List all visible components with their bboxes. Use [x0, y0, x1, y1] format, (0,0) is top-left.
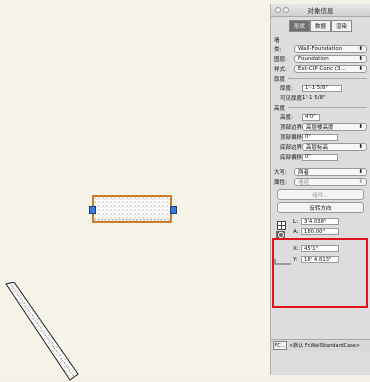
chevron-updown-icon: ⬍ — [358, 179, 363, 185]
ifc-label: <默认 FcWallStandardCase> — [289, 343, 361, 349]
wall-handle-right[interactable] — [170, 206, 177, 214]
thickness-section: 厚度 — [271, 74, 370, 83]
height-input[interactable]: 4'0" — [302, 113, 320, 121]
cap-label: 大写: — [274, 170, 287, 176]
wall-handle-left[interactable] — [89, 206, 96, 214]
layer-label: 图层: — [274, 57, 287, 63]
chevron-updown-icon: ⬍ — [358, 66, 363, 72]
grid-icon[interactable] — [277, 221, 286, 230]
chevron-updown-icon: ⬍ — [358, 56, 363, 62]
style-value: Ext-CIP Conc (3... — [298, 66, 346, 72]
bottom-bound-select[interactable]: 高层标高 ⬍ — [302, 143, 367, 151]
chevron-updown-icon: ⬍ — [358, 169, 363, 175]
reverse-direction-button[interactable]: 反转方向 — [277, 202, 364, 213]
palette-title: 对象信息 — [307, 7, 334, 15]
length-label: L: — [293, 219, 298, 225]
tab-shape[interactable]: 形状 — [288, 20, 310, 32]
angle-label: A: — [293, 229, 299, 235]
ifc-bar: FC... <默认 FcWallStandardCase> — [271, 339, 370, 351]
drawing-canvas[interactable] — [0, 0, 270, 381]
height-label: 高度: — [280, 115, 293, 121]
diagonal-wall[interactable] — [0, 282, 80, 382]
minimize-icon[interactable] — [283, 7, 289, 13]
bottom-bound-value: 高层标高 — [306, 145, 329, 151]
geometry-highlight-box — [272, 238, 368, 308]
class-value: Wall-Foundation — [298, 46, 343, 52]
cap-select[interactable]: 两者 ⬍ — [294, 168, 367, 176]
layer-select[interactable]: Foundation ⬍ — [294, 55, 367, 63]
palette-tabs: 形状 数据 渲染 — [271, 20, 370, 32]
top-bound-label: 顶部边界: — [280, 125, 304, 131]
class-select[interactable]: Wall-Foundation ⬍ — [294, 45, 367, 53]
selected-wall[interactable] — [92, 195, 172, 223]
length-input[interactable]: 3'4.038" — [301, 218, 339, 225]
attr-value: 墙组 — [298, 180, 310, 186]
top-offset-label: 顶部偏移: — [280, 135, 304, 141]
bottom-offset-label: 底部偏移: — [280, 155, 304, 161]
style-select[interactable]: Ext-CIP Conc (3... ⬍ — [294, 65, 367, 73]
class-label: 类: — [274, 47, 282, 53]
angle-input[interactable]: 180.00° — [301, 228, 339, 235]
height-section: 高度 — [271, 103, 370, 112]
cap-value: 两者 — [298, 170, 310, 176]
top-bound-select[interactable]: 高层楼高度 ⬍ — [302, 123, 367, 131]
top-offset-input[interactable]: 0" — [302, 133, 338, 141]
layer-value: Foundation — [298, 56, 329, 62]
tab-render[interactable]: 渲染 — [331, 20, 353, 32]
chevron-updown-icon: ⬍ — [358, 144, 363, 150]
thickness-input[interactable]: 1'-1 5/8" — [302, 84, 342, 92]
palette-titlebar[interactable]: 对象信息 — [271, 4, 370, 17]
style-label: 样式: — [274, 67, 287, 73]
bottom-offset-input[interactable]: 0" — [302, 153, 338, 161]
object-info-palette: 对象信息 形状 数据 渲染 墙 类: Wall-Foundation ⬍ 图层:… — [270, 4, 370, 375]
ifc-button[interactable]: FC... — [273, 341, 287, 350]
visible-thickness-label: 可见厚度: — [280, 96, 304, 102]
close-icon[interactable] — [275, 7, 281, 13]
top-bound-value: 高层楼高度 — [306, 125, 334, 131]
attr-label: 属性: — [274, 180, 287, 186]
thickness-label: 厚度: — [280, 86, 293, 92]
object-type: 墙 — [274, 38, 280, 44]
components-button[interactable]: 组件... — [277, 189, 364, 200]
visible-thickness-value: 1'-1 5/8" — [302, 95, 326, 101]
chevron-updown-icon: ⬍ — [358, 124, 363, 130]
tab-data[interactable]: 数据 — [309, 20, 331, 32]
chevron-updown-icon: ⬍ — [358, 46, 363, 52]
window-controls — [275, 7, 289, 13]
attr-select[interactable]: 墙组 ⬍ — [294, 178, 367, 186]
bottom-bound-label: 底部边界: — [280, 145, 304, 151]
